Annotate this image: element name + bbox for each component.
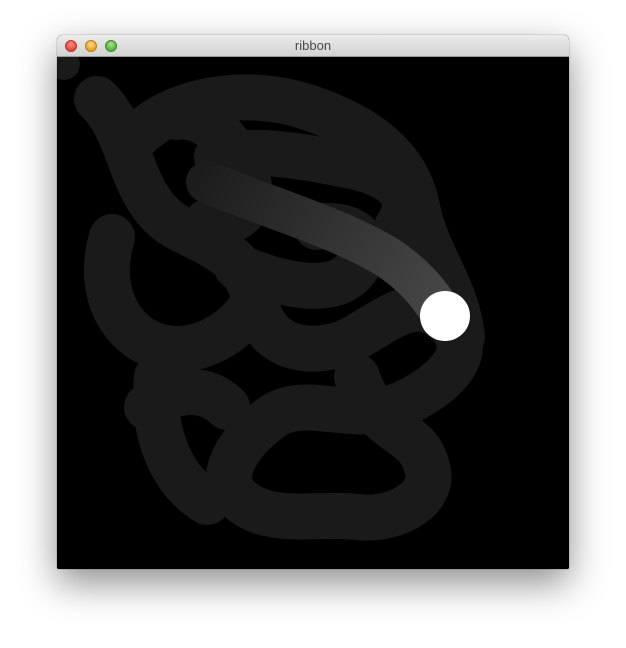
corner-marker: [57, 57, 80, 80]
window-title: ribbon: [294, 38, 332, 53]
trail-stroke: [74, 74, 485, 541]
canvas-svg: [57, 57, 485, 541]
ribbon-ball[interactable]: [420, 291, 470, 341]
title-bar[interactable]: ribbon: [57, 35, 569, 57]
drawing-canvas[interactable]: [57, 57, 569, 569]
app-window: ribbon: [57, 35, 569, 569]
